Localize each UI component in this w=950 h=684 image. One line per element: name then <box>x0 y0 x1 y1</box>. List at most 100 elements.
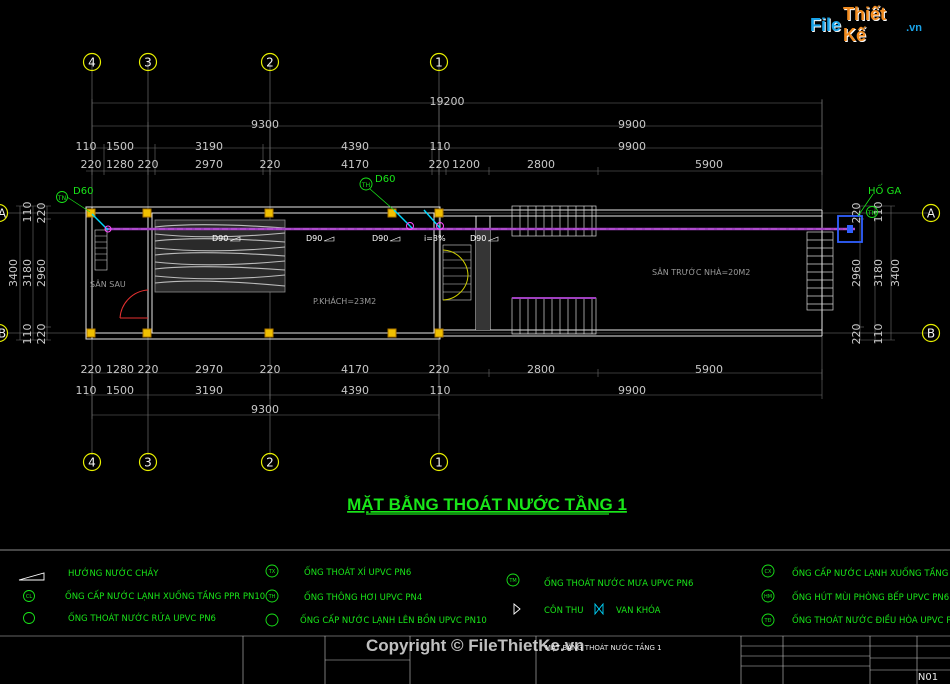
legend-item: ỐNG THOÁT XÍ UPVC PN6 <box>304 565 411 578</box>
svg-text:D60: D60 <box>375 174 395 185</box>
svg-text:3180: 3180 <box>872 259 885 287</box>
svg-text:2960: 2960 <box>850 259 863 287</box>
pipe-label-slope: i=3% <box>424 234 446 243</box>
svg-text:2: 2 <box>266 56 274 70</box>
grid-bubble-1-top: 1 <box>429 52 449 72</box>
svg-text:110: 110 <box>76 140 97 153</box>
svg-text:2970: 2970 <box>195 158 223 171</box>
logo-part-vn: .vn <box>906 21 922 34</box>
logo-part-thietke: Thiết Kế <box>843 4 887 45</box>
svg-text:TĐ: TĐ <box>764 618 772 624</box>
svg-text:220: 220 <box>850 203 863 224</box>
svg-text:220: 220 <box>429 363 450 376</box>
svg-text:1280: 1280 <box>106 363 134 376</box>
legend-item: ỐNG THOÁT NƯỚC ĐIỀU HÒA UPVC PN6 <box>792 613 950 626</box>
legend-item: HƯỚNG NƯỚC CHẢY <box>68 567 159 579</box>
grid-bubble-b-left: B <box>0 323 9 343</box>
grid-lines <box>8 62 930 455</box>
svg-text:9900: 9900 <box>618 118 646 131</box>
legend-item: ỐNG THOÁT NƯỚC MƯA UPVC PN6 <box>544 576 693 589</box>
svg-text:220: 220 <box>850 324 863 345</box>
svg-text:CX: CX <box>765 569 772 575</box>
grid-bubble-2-bottom: 2 <box>260 452 280 472</box>
pipe-label-d90-1: D90 <box>212 234 228 243</box>
svg-text:3190: 3190 <box>195 384 223 397</box>
svg-text:3400: 3400 <box>889 259 902 287</box>
grid-bubble-4-top: 4 <box>82 52 102 72</box>
svg-text:110: 110 <box>76 384 97 397</box>
svg-text:B: B <box>927 327 935 341</box>
svg-text:110: 110 <box>21 202 34 223</box>
svg-text:TX: TX <box>268 569 276 575</box>
dimension-text-bottom: 220 1280 220 2970 220 4170 220 2800 5900… <box>76 363 724 416</box>
legend-col-4: ỐNG CẤP NƯỚC LẠNH XUỐNG TẦNG PPR ỐNG HÚT… <box>792 566 950 626</box>
svg-text:4: 4 <box>88 456 96 470</box>
title-block-sheet-no: N01 <box>918 672 938 683</box>
svg-text:4390: 4390 <box>341 140 369 153</box>
svg-text:3400: 3400 <box>7 259 20 287</box>
svg-text:1: 1 <box>435 56 443 70</box>
dimension-text-left: 3400 3180 2960 220 110 220 110 <box>7 202 48 345</box>
svg-text:1: 1 <box>435 456 443 470</box>
dimension-text-top: 19200 9300 9900 110 1500 3190 4390 110 9… <box>76 95 724 171</box>
svg-text:A: A <box>927 207 936 221</box>
svg-text:2800: 2800 <box>527 158 555 171</box>
grid-bubble-2-top: 2 <box>260 52 280 72</box>
legend-item: ỐNG THOÁT NƯỚC RỬA UPVC PN6 <box>68 611 216 624</box>
grid-bubble-4-bottom: 4 <box>82 452 102 472</box>
label-san-truoc: SÂN TRƯỚC NHÀ=20M2 <box>652 266 750 277</box>
legend-col-3: ỐNG THOÁT NƯỚC MƯA UPVC PN6 CÔN THU VAN … <box>544 576 693 616</box>
svg-text:TH: TH <box>361 182 370 189</box>
svg-text:220: 220 <box>35 203 48 224</box>
pipe-label-d90-3: D90 <box>372 234 388 243</box>
pipe-tag-tn-left: TN D60 <box>56 186 93 213</box>
svg-text:D60: D60 <box>73 186 93 197</box>
svg-text:1500: 1500 <box>106 384 134 397</box>
svg-text:1500: 1500 <box>106 140 134 153</box>
legend-item: ỐNG HÚT MÙI PHÒNG BẾP UPVC PN6 <box>792 590 949 603</box>
svg-text:HM: HM <box>764 594 772 600</box>
label-san-sau: SÂN SAU <box>90 278 126 289</box>
svg-text:2800: 2800 <box>527 363 555 376</box>
svg-text:2: 2 <box>266 456 274 470</box>
svg-text:2960: 2960 <box>35 259 48 287</box>
svg-text:220: 220 <box>81 363 102 376</box>
svg-text:TN: TN <box>57 195 66 202</box>
svg-text:TH: TH <box>268 594 276 600</box>
svg-text:1200: 1200 <box>452 158 480 171</box>
svg-text:9900: 9900 <box>618 140 646 153</box>
legend-item: ỐNG CẤP NƯỚC LẠNH XUỐNG TẦNG PPR PN10 <box>65 589 265 602</box>
svg-text:110: 110 <box>430 140 451 153</box>
wall-hatch <box>476 230 490 330</box>
legend-item: ỐNG CẤP NƯỚC LẠNH XUỐNG TẦNG PPR <box>792 566 950 579</box>
logo-part-file: File <box>810 14 842 35</box>
legend-item: ỐNG THÔNG HƠI UPVC PN4 <box>304 590 422 603</box>
svg-text:110: 110 <box>430 384 451 397</box>
filethietke-logo: File Thiết Kế .vn <box>810 4 922 45</box>
svg-text:4: 4 <box>88 56 96 70</box>
svg-text:5900: 5900 <box>695 158 723 171</box>
svg-text:110: 110 <box>21 324 34 345</box>
svg-text:220: 220 <box>260 158 281 171</box>
svg-text:5900: 5900 <box>695 363 723 376</box>
svg-text:3190: 3190 <box>195 140 223 153</box>
svg-text:220: 220 <box>260 363 281 376</box>
svg-text:9300: 9300 <box>251 118 279 131</box>
svg-text:220: 220 <box>35 324 48 345</box>
svg-text:220: 220 <box>138 363 159 376</box>
legend-item: ỐNG CẤP NƯỚC LẠNH LÊN BỒN UPVC PN10 <box>300 613 487 626</box>
grid-bubble-1-bottom: 1 <box>429 452 449 472</box>
svg-text:9300: 9300 <box>251 403 279 416</box>
svg-text:3: 3 <box>144 56 152 70</box>
svg-text:1280: 1280 <box>106 158 134 171</box>
grid-bubble-a-left: A <box>0 203 9 223</box>
svg-text:TM: TM <box>508 578 516 584</box>
pipe-label-d90-2: D90 <box>306 234 322 243</box>
grid-bubble-3-top: 3 <box>138 52 158 72</box>
legend-item: VAN KHÓA <box>616 604 661 616</box>
svg-text:4390: 4390 <box>341 384 369 397</box>
drawing-title: MẶT BẰNG THOÁT NƯỚC TẦNG 1 <box>347 495 627 514</box>
copyright-watermark: Copyright © FileThietKe.vn <box>366 636 585 655</box>
svg-text:9900: 9900 <box>618 384 646 397</box>
svg-text:2970: 2970 <box>195 363 223 376</box>
